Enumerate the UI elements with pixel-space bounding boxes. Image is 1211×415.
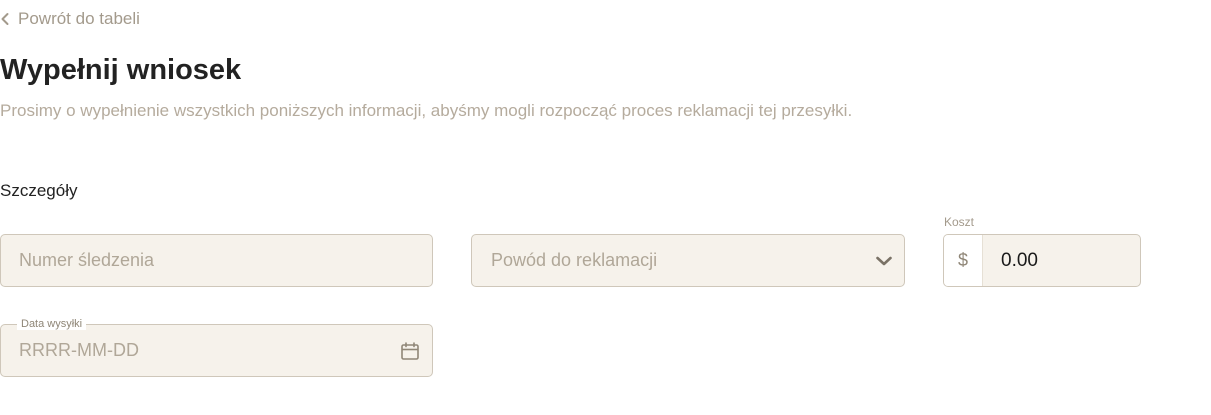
page-title: Wypełnij wniosek bbox=[0, 54, 242, 86]
cost-input[interactable] bbox=[983, 235, 1140, 286]
cost-label: Koszt bbox=[944, 215, 975, 229]
tracking-number-input[interactable] bbox=[1, 235, 432, 286]
ship-date-field: Data wysyłki bbox=[0, 318, 433, 377]
section-title-details: Szczegóły bbox=[0, 181, 78, 200]
claim-reason-placeholder: Powód do reklamacji bbox=[491, 250, 658, 270]
claim-reason-select[interactable]: Powód do reklamacji bbox=[471, 234, 905, 287]
ship-date-input[interactable] bbox=[1, 325, 388, 376]
tracking-number-field bbox=[0, 234, 433, 287]
ship-date-label: Data wysyłki bbox=[17, 318, 87, 330]
back-link-label: Powrót do tabeli bbox=[18, 9, 140, 28]
currency-prefix: $ bbox=[944, 235, 983, 286]
page-subtitle: Prosimy o wypełnienie wszystkich poniższ… bbox=[0, 101, 853, 120]
chevron-left-icon bbox=[1, 13, 9, 25]
chevron-down-icon bbox=[864, 235, 904, 286]
cost-field: $ bbox=[943, 234, 1141, 287]
back-to-table-link[interactable]: Powrót do tabeli bbox=[0, 8, 140, 30]
calendar-icon[interactable] bbox=[388, 325, 432, 376]
